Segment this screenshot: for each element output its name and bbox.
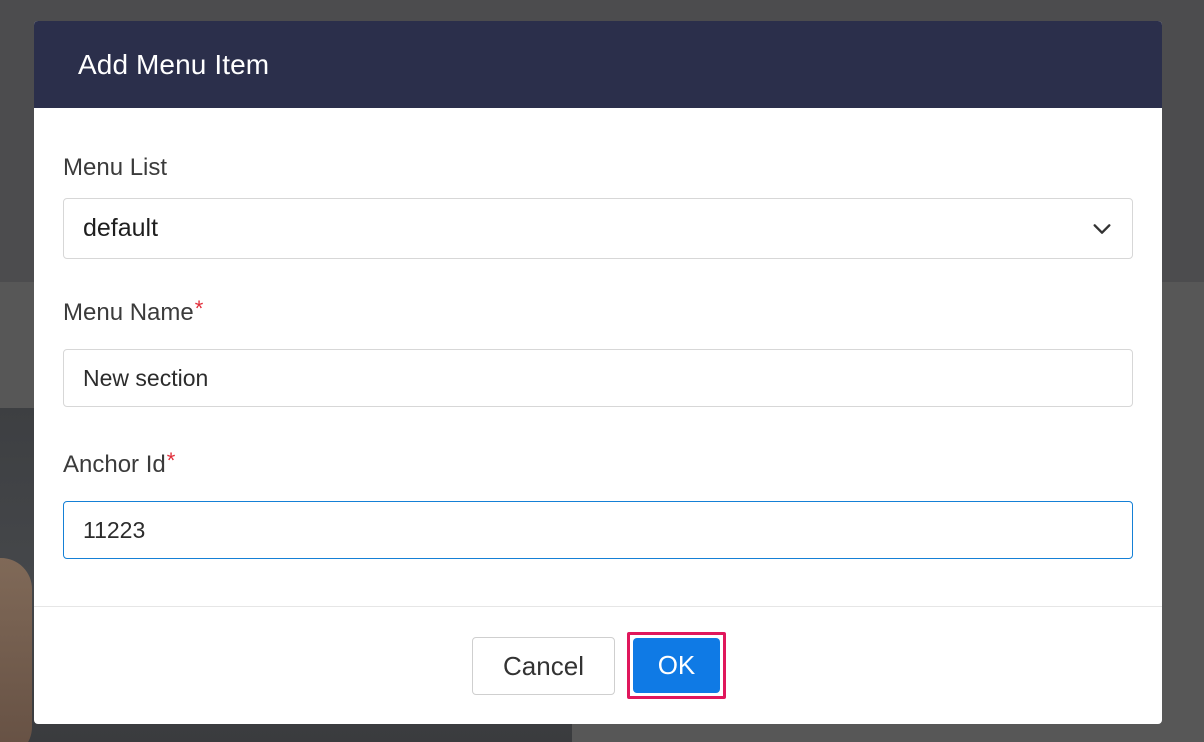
dialog-title: Add Menu Item	[78, 48, 270, 80]
menu-list-label: Menu List	[63, 152, 1133, 184]
chevron-down-icon	[1093, 223, 1111, 234]
required-asterisk: *	[194, 296, 204, 321]
menu-name-label-text: Menu Name	[63, 299, 194, 326]
menu-list-label-text: Menu List	[63, 154, 168, 181]
anchor-id-input[interactable]	[63, 501, 1133, 559]
ok-button[interactable]: OK	[633, 638, 720, 693]
menu-list-select[interactable]: default	[63, 198, 1133, 259]
backdrop-photo-figure	[0, 558, 32, 742]
anchor-id-label-text: Anchor Id	[63, 451, 166, 478]
anchor-id-label: Anchor Id*	[63, 448, 1133, 481]
cancel-button[interactable]: Cancel	[472, 637, 615, 695]
dialog-body: Menu List default Menu Name* Anchor Id*	[34, 108, 1162, 559]
menu-name-input[interactable]	[63, 349, 1133, 407]
add-menu-item-dialog: Add Menu Item Menu List default Menu Nam…	[34, 21, 1162, 724]
dialog-header: Add Menu Item	[34, 21, 1162, 108]
menu-name-label: Menu Name*	[63, 296, 1133, 329]
dialog-footer: Cancel OK	[34, 606, 1162, 724]
ok-button-highlight: OK	[627, 632, 726, 699]
required-asterisk: *	[166, 448, 176, 473]
menu-list-selected-value: default	[83, 214, 159, 242]
